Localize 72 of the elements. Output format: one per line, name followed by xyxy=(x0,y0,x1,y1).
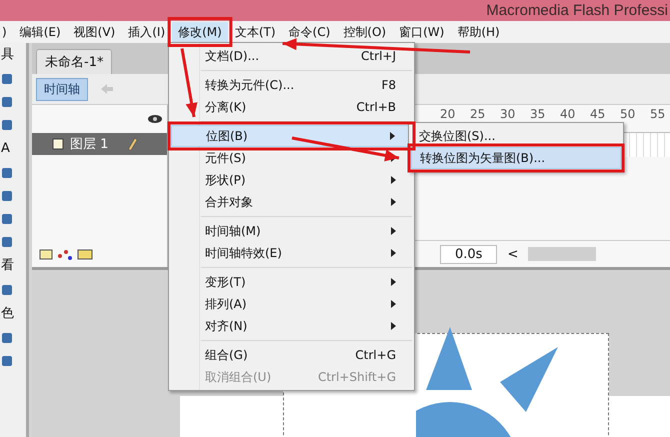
elapsed-time-field: 0.0s xyxy=(440,244,498,264)
tool-icon[interactable] xyxy=(0,95,14,109)
tool-icon[interactable] xyxy=(0,235,14,249)
menu-item[interactable]: 时间轴(M) xyxy=(171,220,412,242)
menu-item[interactable]: 组合(G) Ctrl+G xyxy=(171,344,412,366)
submenu-caret-icon xyxy=(391,278,396,286)
eye-icon[interactable] xyxy=(147,114,163,124)
submenu-caret-icon xyxy=(391,322,396,330)
layer-row[interactable]: 图层 1 xyxy=(32,133,167,155)
menu-item[interactable]: 变形(T) xyxy=(171,271,412,293)
frame-number: 45 xyxy=(590,107,606,121)
menu-bar-item[interactable]: 帮助(H) xyxy=(451,22,506,42)
menu-bar-item[interactable]: 修改(M) xyxy=(172,22,228,42)
menu-bar-item[interactable]: 命令(C) xyxy=(282,22,336,42)
shortcut-label: Ctrl+B xyxy=(356,100,396,114)
tool-icon[interactable] xyxy=(0,189,14,203)
scroll-left-arrow[interactable]: < xyxy=(507,246,518,262)
frame-number: 40 xyxy=(560,107,576,121)
tool-icon[interactable] xyxy=(0,354,14,368)
annotation-arrow xyxy=(180,48,198,118)
menu-bar-item[interactable]: 文本(T) xyxy=(228,22,282,42)
menu-bar-item[interactable]: 控制(O) xyxy=(337,22,392,42)
menu-item[interactable]: 转换位图为矢量图(B)... xyxy=(411,147,621,169)
annotation-frame xyxy=(168,17,232,47)
pencil-icon xyxy=(128,137,138,151)
timeline-button[interactable]: 时间轴 xyxy=(36,78,88,100)
frame-number: 55 xyxy=(650,107,666,121)
layer-icon xyxy=(52,138,64,150)
menu-bar-item[interactable]: 插入(I) xyxy=(122,22,172,42)
frame-number: 20 xyxy=(440,107,456,121)
submenu-caret-icon xyxy=(391,176,396,184)
shortcut-label: Ctrl+G xyxy=(355,348,396,362)
tool-icon[interactable] xyxy=(0,166,14,180)
submenu-caret-icon xyxy=(391,227,396,235)
menu-bar-item[interactable]: 编辑(E) xyxy=(14,22,67,42)
tool-icon[interactable] xyxy=(0,118,14,132)
tool-label: 色 xyxy=(1,306,14,322)
menu-item[interactable]: 分离(K) Ctrl+B xyxy=(171,96,412,118)
tool-icon[interactable] xyxy=(0,331,14,345)
submenu-caret-icon xyxy=(390,132,395,140)
scrollbar-thumb[interactable] xyxy=(528,247,596,261)
tool-label: 具 xyxy=(1,47,14,63)
submenu-caret-icon xyxy=(391,198,396,206)
submenu-caret-icon xyxy=(391,300,396,308)
frame-number: 50 xyxy=(620,107,636,121)
tool-icon[interactable] xyxy=(0,212,14,226)
tool-label: 看 xyxy=(1,258,14,274)
menu-item[interactable]: 合并对象 xyxy=(171,191,412,213)
tool-label: A xyxy=(1,141,10,157)
menu-bar-item[interactable]: ) xyxy=(0,23,13,41)
shortcut-label: Ctrl+Shift+G xyxy=(318,370,396,384)
tool-icon[interactable] xyxy=(0,283,14,297)
frame-number: 35 xyxy=(530,107,546,121)
menu-item[interactable]: 排列(A) xyxy=(171,293,412,315)
layer-name: 图层 1 xyxy=(70,136,108,153)
menu-item[interactable]: 文档(D)... Ctrl+J xyxy=(171,45,412,67)
window-title: Macromedia Flash Professi xyxy=(486,2,668,19)
tool-icon[interactable] xyxy=(0,72,14,86)
menu-item[interactable]: 形状(P) xyxy=(171,169,412,191)
menu-bar-item[interactable]: 视图(V) xyxy=(68,22,122,42)
menu-item[interactable]: 对齐(N) xyxy=(171,315,412,337)
frame-number: 25 xyxy=(470,107,486,121)
layer-tools-icon[interactable] xyxy=(38,247,94,261)
document-tab[interactable]: 未命名-1* xyxy=(36,49,112,74)
menu-item[interactable]: 交换位图(S)... xyxy=(411,125,621,147)
menu-item[interactable]: 时间轴特效(E) xyxy=(171,242,412,264)
frame-number: 30 xyxy=(500,107,516,121)
menu-bar-item[interactable]: 窗口(W) xyxy=(393,22,450,42)
shortcut-label: F8 xyxy=(381,78,396,92)
shortcut-label: Ctrl+J xyxy=(361,49,396,63)
submenu-caret-icon xyxy=(391,249,396,257)
menu-item[interactable]: 转换为元件(C)... F8 xyxy=(171,74,412,96)
